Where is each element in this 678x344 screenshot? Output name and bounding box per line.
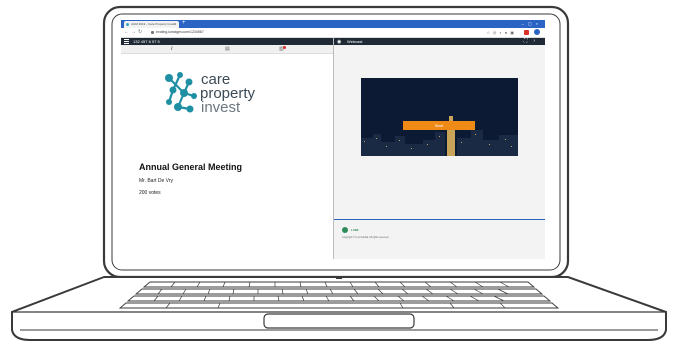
logo-mark-icon <box>165 72 197 113</box>
screen: AGM 2019 - Care Property Invest × + –▢× … <box>121 20 545 259</box>
info-icon[interactable]: i <box>171 46 172 52</box>
tab-close-icon[interactable]: × <box>174 21 176 26</box>
menu-icon[interactable] <box>124 39 129 44</box>
new-tab-icon[interactable]: + <box>182 20 186 27</box>
meeting-title: Annual General Meeting <box>139 162 243 172</box>
address-bar: ←→↻ evoting.lumiagm.com/1234567 ☆◎◐●▣ <box>121 28 545 38</box>
documents-icon[interactable]: ▤ <box>225 46 230 52</box>
footer-brand: LUMI <box>351 228 359 232</box>
meeting-id: 132 457 6 97 5 <box>133 39 160 44</box>
window-controls[interactable]: –▢× <box>522 20 542 27</box>
lumi-logo-icon <box>342 227 348 233</box>
broadcast-icon: ◉ <box>337 39 342 45</box>
extension-icons[interactable]: ☆◎◐●▣ <box>486 30 517 35</box>
fullscreen-icon[interactable]: ⛶› <box>524 38 541 45</box>
webcast-panel: ◉ Webcast ⛶› Start LUMI Copyright © Lumi… <box>334 38 545 259</box>
extension-red-icon[interactable] <box>524 30 529 35</box>
notification-badge <box>283 46 286 49</box>
navigation-icons[interactable]: ←→↻ <box>124 29 144 35</box>
profile-avatar-icon[interactable] <box>534 29 540 35</box>
webcast-header: ◉ Webcast ⛶› <box>334 38 545 45</box>
favicon-icon <box>126 23 129 26</box>
url-field[interactable]: evoting.lumiagm.com/1234567 <box>151 30 311 35</box>
shareholder-name: Mr. Bart De Vry <box>139 178 173 184</box>
url-text: evoting.lumiagm.com/1234567 <box>156 30 204 34</box>
webcast-title: Webcast <box>347 39 363 44</box>
logo-wordmark: care property invest <box>200 72 255 116</box>
logo-line-3: invest <box>201 99 241 116</box>
vote-count: 200 votes <box>139 190 161 196</box>
lock-icon <box>151 31 154 34</box>
browser-tab-bar: AGM 2019 - Care Property Invest × + –▢× <box>121 20 545 28</box>
browser-tab[interactable]: AGM 2019 - Care Property Invest × <box>124 21 179 28</box>
tab-title: AGM 2019 - Care Property Invest <box>131 22 176 26</box>
panel-tabs: i ▤ ▥ <box>121 45 333 54</box>
video-player[interactable]: Start <box>361 78 518 156</box>
meeting-header: 132 457 6 97 5 <box>121 38 333 45</box>
company-logo: care property invest <box>163 70 283 135</box>
meeting-panel: 132 457 6 97 5 i ▤ ▥ care property inves… <box>121 38 333 259</box>
footer-copyright: Copyright © Lumi Global. All rights rese… <box>342 236 390 239</box>
footer-divider <box>334 219 545 220</box>
start-webcast-button[interactable]: Start <box>403 121 475 130</box>
